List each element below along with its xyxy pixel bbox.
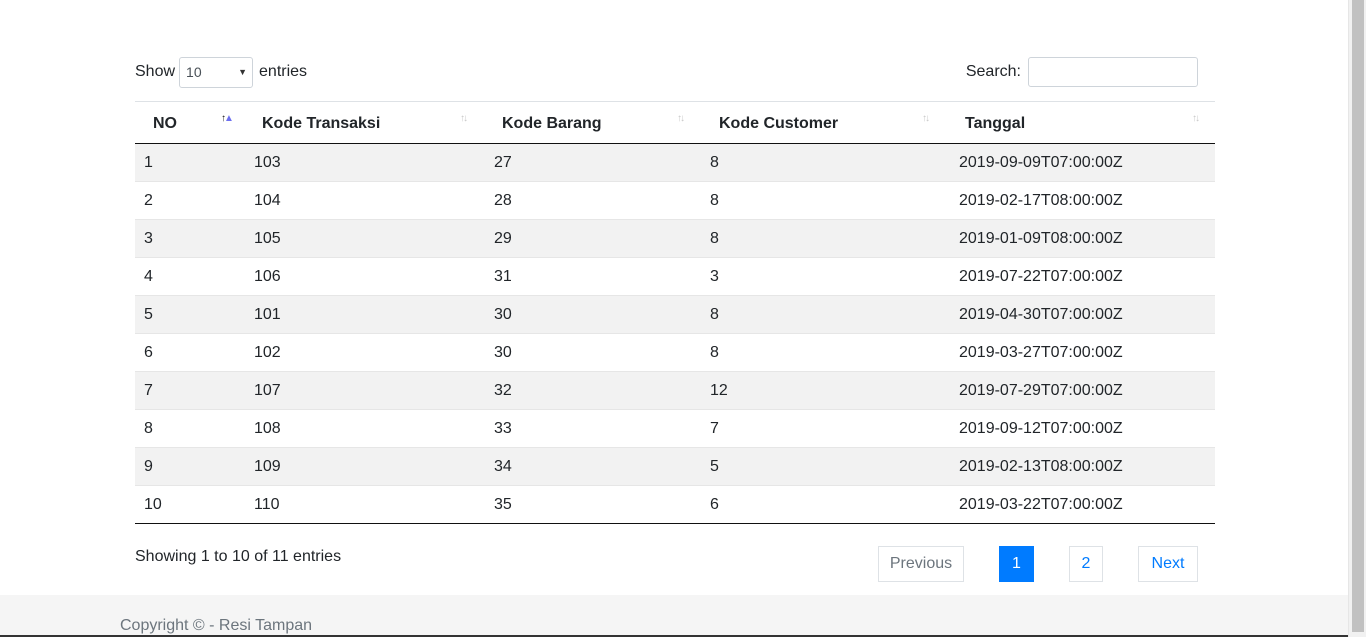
table-cell: 105	[254, 219, 494, 258]
table-cell: 32	[494, 371, 710, 410]
table-row: 3 105 29 8 2019-01-09T08:00:00Z	[135, 219, 1215, 258]
page-2-button[interactable]: 2	[1069, 546, 1103, 582]
table-cell: 2019-03-22T07:00:00Z	[956, 485, 1215, 524]
data-table: NO ↑▲ Kode Transaksi ↑↓ Kode Barang ↑↓ K…	[135, 101, 1215, 524]
table-cell: 8	[710, 333, 956, 372]
table-cell: 102	[254, 333, 494, 372]
table-body: 1 103 27 8 2019-09-09T07:00:00Z 2 104 28 8 2019-0…	[135, 143, 1215, 524]
table-info: Showing 1 to 10 of 11 entries	[135, 548, 342, 565]
column-header-kode-customer[interactable]: Kode Customer ↑↓	[710, 101, 956, 144]
table-cell: 8	[710, 295, 956, 334]
header-row: NO ↑▲ Kode Transaksi ↑↓ Kode Barang ↑↓ K…	[135, 101, 1215, 144]
column-label: NO	[153, 115, 177, 132]
table-cell: 9	[135, 447, 254, 486]
copyright-text: Copyright © - Resi Tampan	[120, 617, 313, 634]
table-cell: 35	[494, 485, 710, 524]
table-cell: 110	[254, 485, 494, 524]
next-button[interactable]: Next	[1138, 546, 1198, 582]
table-row: 4 106 31 3 2019-07-22T07:00:00Z	[135, 257, 1215, 296]
table-cell: 3	[710, 257, 956, 296]
table-cell: 29	[494, 219, 710, 258]
table-cell: 31	[494, 257, 710, 296]
table-cell: 2	[135, 181, 254, 220]
table-cell: 2019-03-27T07:00:00Z	[956, 333, 1215, 372]
table-cell: 108	[254, 409, 494, 448]
table-cell: 27	[494, 143, 710, 182]
table-cell: 2019-07-29T07:00:00Z	[956, 371, 1215, 410]
column-label: Tanggal	[965, 115, 1026, 132]
table-cell: 12	[710, 371, 956, 410]
column-header-tanggal[interactable]: Tanggal ↑↓	[956, 101, 1215, 144]
table-cell: 8	[710, 219, 956, 258]
previous-button[interactable]: Previous	[878, 546, 964, 582]
column-label: Kode Barang	[502, 115, 602, 132]
show-label: Show	[135, 63, 176, 80]
page-content: Show 10 ▼ entries Search: NO ↑▲ Kode Tra…	[0, 0, 1349, 595]
table-row: 8 108 33 7 2019-09-12T07:00:00Z	[135, 409, 1215, 448]
table-row: 1 103 27 8 2019-09-09T07:00:00Z	[135, 143, 1215, 182]
table-cell: 107	[254, 371, 494, 410]
table-cell: 30	[494, 333, 710, 372]
table-cell: 1	[135, 143, 254, 182]
search-label: Search:	[965, 63, 1021, 80]
search-input[interactable]	[1028, 57, 1198, 87]
table-cell: 2019-04-30T07:00:00Z	[956, 295, 1215, 334]
table-cell: 2019-07-22T07:00:00Z	[956, 257, 1215, 296]
entries-select[interactable]: 10	[179, 56, 254, 88]
scrollbar-thumb[interactable]	[1352, 0, 1364, 632]
table-cell: 104	[254, 181, 494, 220]
table-row: 2 104 28 8 2019-02-17T08:00:00Z	[135, 181, 1215, 220]
table-cell: 5	[710, 447, 956, 486]
table-row: 5 101 30 8 2019-04-30T07:00:00Z	[135, 295, 1215, 334]
table-cell: 2019-09-09T07:00:00Z	[956, 143, 1215, 182]
table-cell: 10	[135, 485, 254, 524]
column-header-no[interactable]: NO ↑▲	[135, 101, 254, 144]
table-cell: 2019-09-12T07:00:00Z	[956, 409, 1215, 448]
search-control: Search:	[966, 56, 1198, 88]
table-cell: 7	[710, 409, 956, 448]
table-cell: 30	[494, 295, 710, 334]
footer: Copyright © - Resi Tampan	[0, 595, 1349, 637]
column-label: Kode Transaksi	[262, 115, 381, 132]
table-cell: 103	[254, 143, 494, 182]
page-1-button[interactable]: 1	[999, 546, 1034, 582]
table-row: 10 110 35 6 2019-03-22T07:00:00Z	[135, 485, 1215, 524]
table-cell: 2019-02-17T08:00:00Z	[956, 181, 1215, 220]
table-cell: 34	[494, 447, 710, 486]
table-row: 7 107 32 12 2019-07-29T07:00:00Z	[135, 371, 1215, 410]
sort-ascending-icon: ↑▲	[221, 113, 234, 124]
sort-icon: ↑↓	[460, 113, 468, 124]
table-cell: 6	[710, 485, 956, 524]
table-cell: 109	[254, 447, 494, 486]
sort-icon: ↑↓	[1192, 113, 1200, 124]
sort-icon: ↑↓	[677, 113, 685, 124]
table-cell: 4	[135, 257, 254, 296]
table-cell: 6	[135, 333, 254, 372]
table-cell: 2019-02-13T08:00:00Z	[956, 447, 1215, 486]
table-cell: 8	[135, 409, 254, 448]
table-row: 9 109 34 5 2019-02-13T08:00:00Z	[135, 447, 1215, 486]
table-cell: 8	[710, 181, 956, 220]
table-cell: 2019-01-09T08:00:00Z	[956, 219, 1215, 258]
table-cell: 3	[135, 219, 254, 258]
column-header-kode-barang[interactable]: Kode Barang ↑↓	[494, 101, 710, 144]
table-row: 6 102 30 8 2019-03-27T07:00:00Z	[135, 333, 1215, 372]
table-cell: 106	[254, 257, 494, 296]
vertical-scrollbar[interactable]	[1348, 0, 1366, 637]
entries-length-control: Show 10 ▼ entries	[135, 56, 307, 88]
column-header-kode-transaksi[interactable]: Kode Transaksi ↑↓	[254, 101, 494, 144]
table-cell: 28	[494, 181, 710, 220]
table-cell: 101	[254, 295, 494, 334]
table-cell: 7	[135, 371, 254, 410]
table-cell: 33	[494, 409, 710, 448]
table-cell: 8	[710, 143, 956, 182]
entries-label: entries	[259, 63, 308, 80]
sort-icon: ↑↓	[922, 113, 930, 124]
column-label: Kode Customer	[719, 115, 839, 132]
table-cell: 5	[135, 295, 254, 334]
